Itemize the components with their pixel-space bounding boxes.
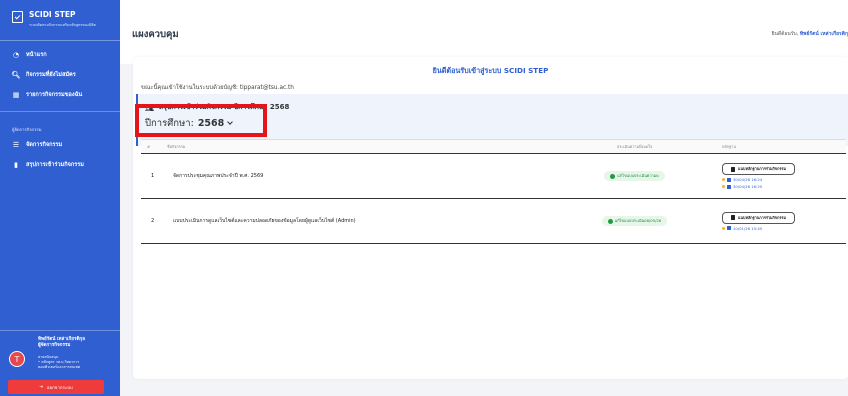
year-label: ปีการศึกษา: bbox=[145, 118, 194, 129]
evidence-date: 30/04/26 16:24 bbox=[733, 177, 763, 182]
avatar[interactable]: T bbox=[9, 351, 25, 367]
status-badge[interactable]: แก้ไขแบบประเมิน08/05/26 bbox=[601, 216, 668, 226]
user-box: ทิพย์รัตน์ เหล่าเกียรติกุล ผู้จัดการกิจก… bbox=[0, 330, 120, 374]
welcome-name[interactable]: ทิพย์รัตน์ เหล่าเกียรติกุ bbox=[800, 31, 848, 37]
year-select[interactable]: 2568 bbox=[197, 118, 234, 129]
sidebar: SCIDI STEP ระบบติดตามกิจกรรมเสริมหลักสูต… bbox=[0, 0, 120, 396]
header-status: ประเมินความพึงพอใจ bbox=[616, 143, 653, 149]
row-num: 2 bbox=[151, 218, 155, 224]
sidebar-item-label: กิจกรรมที่ยังไม่สมัคร bbox=[26, 72, 76, 78]
bar-chart-icon: ▮ bbox=[14, 160, 18, 169]
page-title: แผงควบคุม bbox=[132, 29, 179, 40]
evidence-entry[interactable]: 30/04/26 16:24 bbox=[722, 177, 762, 182]
header-num: # bbox=[147, 144, 151, 149]
evidence-entry[interactable]: 30/04/26 16:25 bbox=[722, 184, 762, 189]
sidebar-item-my-activities[interactable]: ▦ รายการกิจกรรมของฉัน bbox=[0, 85, 120, 105]
sidebar-section-admin: ผู้จัดการกิจกรรม bbox=[12, 127, 42, 132]
calendar-icon: ▦ bbox=[12, 90, 20, 99]
document-icon bbox=[731, 166, 735, 172]
welcome-prefix: ยินดีต้อนรับ, bbox=[771, 31, 799, 37]
logout-label: ออกจากระบบ bbox=[46, 385, 73, 391]
table-header: # ชื่อกิจกรรม ประเมินความพึงพอใจ หลักฐาน bbox=[141, 140, 846, 154]
row-evidence: แนบหลักฐานการร่วมกิจกรรม 10/01/26 15:45 bbox=[714, 211, 846, 231]
login-info: ขณะนี้คุณเข้าใช้งานในระบบด้วยบัญชี: tipp… bbox=[141, 85, 294, 91]
row-status: แก้ไขแบบประเมินความพ bbox=[555, 171, 714, 181]
welcome-user: ยินดีต้อนรับ, ทิพย์รัตน์ เหล่าเกียรติกุ bbox=[772, 30, 848, 38]
attach-evidence-button[interactable]: แนบหลักฐานการร่วมกิจกรรม bbox=[722, 211, 795, 224]
sidebar-item-label: หน้าแรก bbox=[26, 52, 47, 58]
row-num: 1 bbox=[151, 173, 155, 179]
evidence-entry[interactable]: 10/01/26 15:45 bbox=[722, 226, 762, 231]
sidebar-item-label: สรุปการเข้าร่วมกิจกรรม bbox=[26, 162, 84, 168]
chevron-down-icon bbox=[227, 119, 234, 125]
logout-icon: ⇥ bbox=[39, 384, 43, 390]
brand[interactable]: SCIDI STEP ระบบติดตามกิจกรรมเสริมหลักสูต… bbox=[0, 0, 120, 28]
divider bbox=[0, 111, 120, 112]
dot-icon bbox=[722, 185, 725, 188]
gauge-icon: ◔ bbox=[12, 50, 20, 59]
list-icon: ☰ bbox=[12, 140, 20, 149]
sidebar-item-label: รายการกิจกรรมของฉัน bbox=[26, 92, 83, 98]
sidebar-item-label: จัดการกิจกรรม bbox=[26, 142, 63, 148]
sidebar-item-home[interactable]: ◔ หน้าแรก bbox=[0, 45, 120, 65]
app-subtitle: ระบบติดตามกิจกรรมเสริมหลักสูตรของนิสิต bbox=[29, 23, 96, 27]
header-name: ชื่อกิจกรรม bbox=[167, 143, 186, 149]
header-evidence: หลักฐาน bbox=[722, 143, 736, 149]
activity-table: # ชื่อกิจกรรม ประเมินความพึงพอใจ หลักฐาน… bbox=[141, 139, 846, 244]
calendar-icon bbox=[727, 184, 731, 189]
calendar-icon bbox=[727, 226, 731, 230]
sidebar-item-manage[interactable]: ☰ จัดการกิจกรรม bbox=[0, 135, 120, 155]
year-selector: ปีการศึกษา: 2568 bbox=[145, 116, 234, 131]
row-name: แบบประเมินการดูแลเว็บไซต์และความปลอดภัยข… bbox=[173, 218, 356, 224]
attach-evidence-label: แนบหลักฐานการร่วมกิจกรรม bbox=[738, 214, 786, 220]
year-value: 2568 bbox=[197, 118, 225, 129]
attach-evidence-button[interactable]: แนบหลักฐานการร่วมกิจกรรม bbox=[722, 163, 795, 175]
sidebar-item-unregistered[interactable]: 🔍︎ กิจกรรมที่ยังไม่สมัคร bbox=[0, 65, 120, 85]
check-circle-icon bbox=[607, 218, 613, 224]
user-role: ผู้จัดการกิจกรรม bbox=[38, 343, 71, 348]
attach-evidence-label: แนบหลักฐานการร่วมกิจกรรม bbox=[738, 166, 786, 171]
row-evidence: แนบหลักฐานการร่วมกิจกรรม 30/04/26 16:24 … bbox=[714, 163, 846, 189]
table-row: 2 แบบประเมินการดูแลเว็บไซต์และความปลอดภั… bbox=[141, 199, 846, 244]
row-name: จัดการประชุมคุณภาพประจำปี พ.ศ. 2569 bbox=[173, 173, 264, 179]
logout-button[interactable]: ⇥ ออกจากระบบ bbox=[8, 380, 104, 394]
user-info-line: คอมพิวเตอร์และสารสนเทศ bbox=[38, 365, 81, 369]
row-status: แก้ไขแบบประเมิน08/05/26 bbox=[555, 216, 714, 226]
evidence-date: 10/01/26 15:45 bbox=[733, 225, 763, 231]
sidebar-item-summary[interactable]: ▮ สรุปการเข้าร่วมกิจกรรม bbox=[0, 155, 120, 175]
app-name: SCIDI STEP bbox=[29, 10, 76, 19]
users-icon: 👥︎ bbox=[145, 103, 154, 112]
evidence-date: 30/04/26 16:25 bbox=[733, 184, 763, 189]
dashboard-card: ยินดีต้อนรับเข้าสู่ระบบ SCIDI STEP ขณะนี… bbox=[133, 57, 848, 379]
search-icon: 🔍︎ bbox=[11, 70, 21, 79]
dot-icon bbox=[722, 178, 725, 181]
calendar-check-icon bbox=[12, 11, 23, 23]
table-row: 1 จัดการประชุมคุณภาพประจำปี พ.ศ. 2569 แก… bbox=[141, 154, 846, 199]
summary-title-text: สรุปการเข้าร่วมกิจกรรม ปีการศึกษา 2568 bbox=[158, 103, 290, 111]
calendar-icon bbox=[727, 177, 731, 182]
summary-title: 👥︎ สรุปการเข้าร่วมกิจกรรม ปีการศึกษา 256… bbox=[145, 102, 289, 113]
document-icon bbox=[731, 215, 735, 220]
status-text: แก้ไขแบบประเมินความพ bbox=[617, 173, 659, 178]
status-text: แก้ไขแบบประเมิน08/05/26 bbox=[614, 218, 662, 223]
topbar: แผงควบคุม ยินดีต้อนรับ, ทิพย์รัตน์ เหล่า… bbox=[120, 0, 848, 64]
dot-icon bbox=[722, 226, 725, 230]
welcome-title: ยินดีต้อนรับเข้าสู่ระบบ SCIDI STEP bbox=[432, 66, 549, 75]
status-badge[interactable]: แก้ไขแบบประเมินความพ bbox=[604, 171, 665, 181]
check-circle-icon bbox=[610, 173, 616, 179]
